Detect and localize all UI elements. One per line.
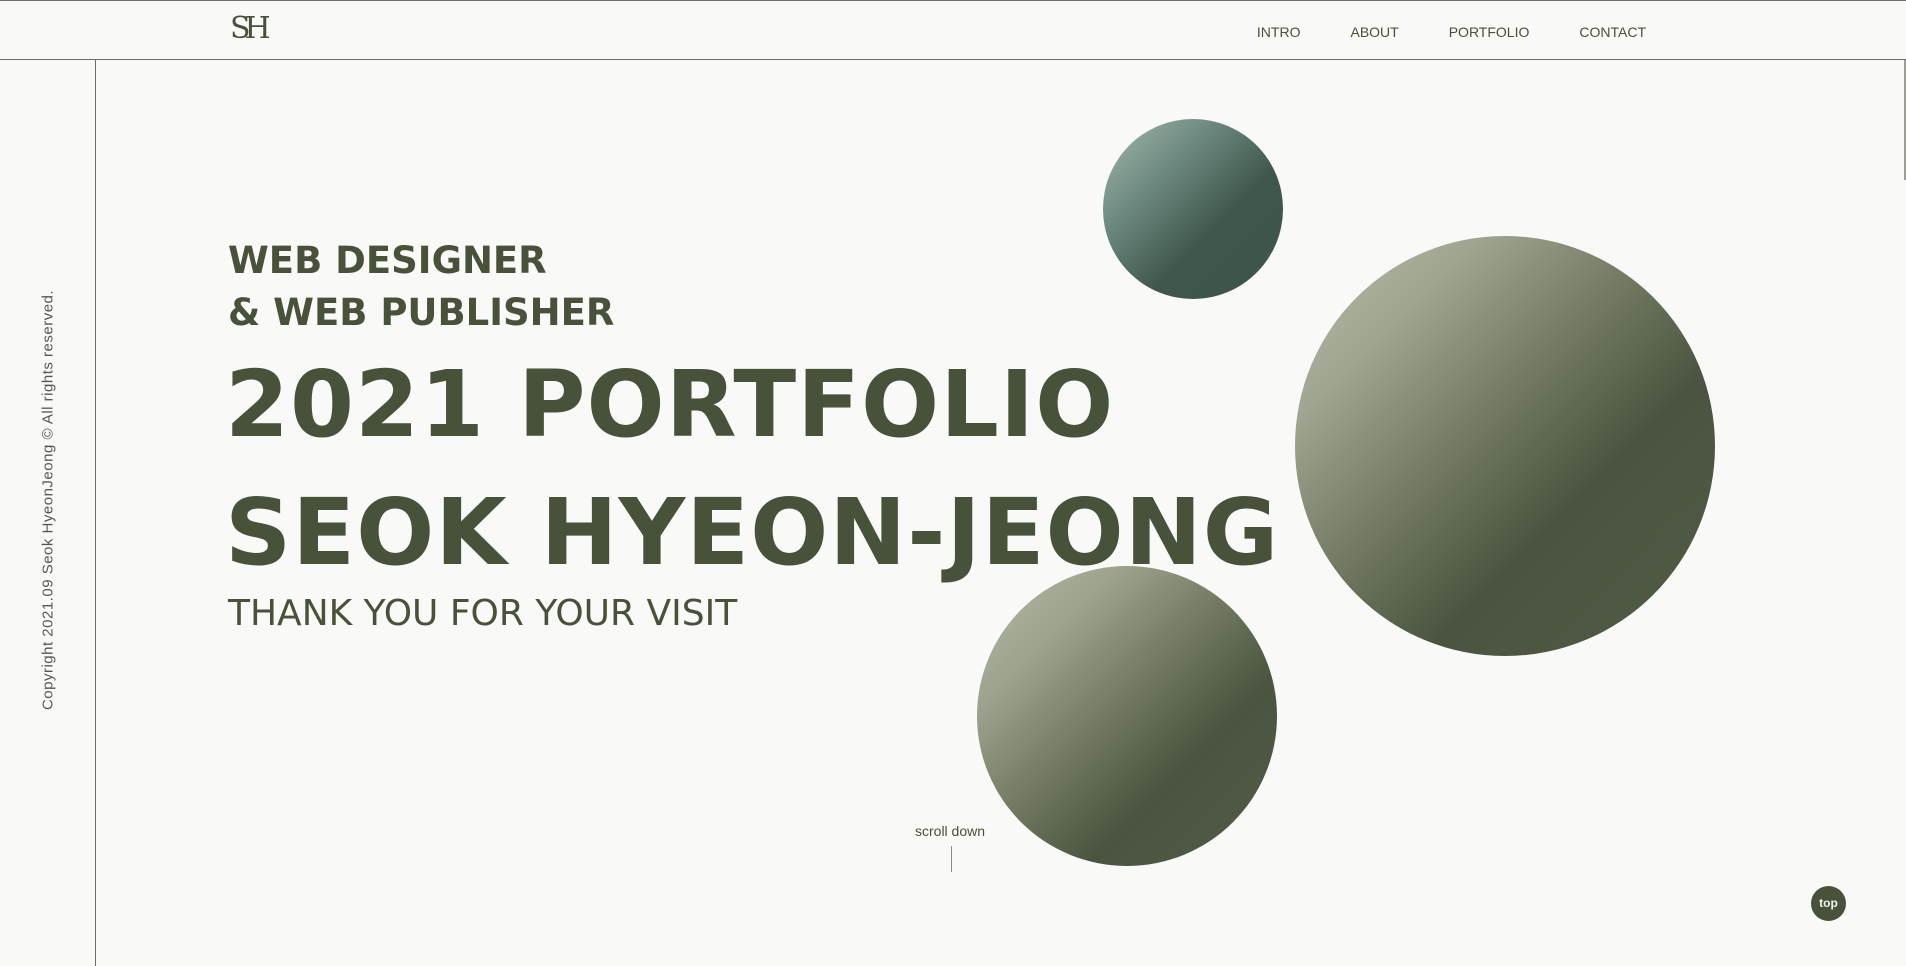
decorative-sphere-large: [1295, 236, 1715, 656]
scroll-down-line: [951, 846, 952, 872]
decorative-sphere-teal: [1103, 119, 1283, 299]
hero-title: 2021 PORTFOLIO: [225, 351, 1115, 458]
nav-contact[interactable]: CONTACT: [1579, 21, 1646, 43]
hero-subtitle: WEB DESIGNER & WEB PUBLISHER: [228, 235, 614, 339]
site-header: SH INTRO ABOUT PORTFOLIO CONTACT: [0, 0, 1906, 60]
sidebar-divider: [95, 60, 96, 966]
back-to-top-button[interactable]: top: [1811, 886, 1846, 921]
nav-about[interactable]: ABOUT: [1350, 21, 1398, 43]
hero-subtitle-line2: & WEB PUBLISHER: [228, 291, 615, 334]
scroll-down-link[interactable]: scroll down: [915, 823, 985, 839]
nav-portfolio[interactable]: PORTFOLIO: [1449, 21, 1530, 43]
decorative-sphere-small: [977, 566, 1277, 866]
hero-name: SEOK HYEON-JEONG: [225, 479, 1280, 586]
copyright-text: Copyright 2021.09 Seok HyeonJeong © All …: [39, 289, 57, 711]
hero-thanks: THANK YOU FOR YOUR VISIT: [228, 593, 738, 634]
nav-intro[interactable]: INTRO: [1257, 21, 1301, 43]
page: SH INTRO ABOUT PORTFOLIO CONTACT Copyrig…: [0, 0, 1906, 966]
logo[interactable]: SH: [230, 11, 271, 47]
main-nav: INTRO ABOUT PORTFOLIO CONTACT: [1207, 21, 1646, 43]
hero-subtitle-line1: WEB DESIGNER: [228, 239, 547, 282]
